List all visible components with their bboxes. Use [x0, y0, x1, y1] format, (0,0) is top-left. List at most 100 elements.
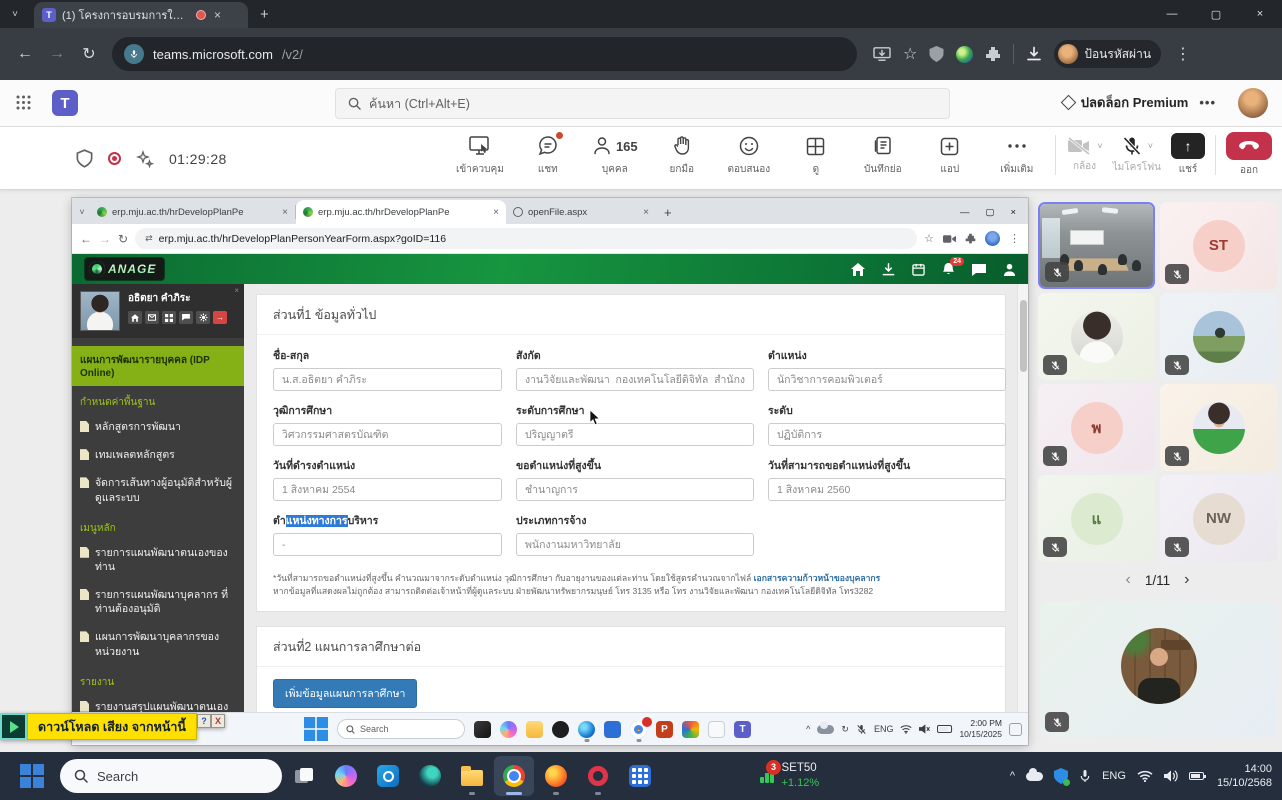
tray-network-icon[interactable] — [900, 724, 912, 734]
reload-button[interactable]: ↻ — [74, 39, 104, 69]
chrome-icon[interactable] — [630, 716, 652, 742]
edge-icon[interactable] — [578, 720, 595, 742]
inner-tab-3[interactable]: openFile.aspx × — [506, 200, 656, 224]
window-maximize-icon[interactable]: ▢ — [1194, 1, 1238, 27]
footnote-link[interactable]: เอกสารความก้าวหน้าของบุคลากร — [754, 573, 881, 583]
downloads-icon[interactable] — [1026, 46, 1042, 62]
higher-position-input[interactable] — [516, 478, 754, 501]
tray-expand-icon[interactable]: ^ — [806, 724, 810, 734]
inner-tab-2-close-icon[interactable]: × — [493, 207, 499, 218]
participant-tile-photo3[interactable] — [1160, 384, 1277, 471]
outlook-icon[interactable] — [368, 756, 408, 796]
settings-gear-icon[interactable] — [196, 311, 210, 324]
sidebar-item-approve-plans[interactable]: รายการแผนพัฒนาบุคลากร ที่ท่านต้องอนุมัติ — [72, 581, 244, 623]
sidebar-item-your-idp-list[interactable]: รายการแผนพัฒนาตนเองของท่าน — [72, 539, 244, 581]
profile-close-icon[interactable]: × — [234, 286, 239, 295]
self-video-tile[interactable] — [1040, 601, 1277, 737]
admin-position-input[interactable] — [273, 533, 502, 556]
messages-icon[interactable] — [972, 263, 986, 276]
participant-tile-photo1[interactable] — [1038, 293, 1155, 380]
back-button[interactable]: ← — [10, 39, 40, 69]
inner-tab-search-icon[interactable]: ˅ — [74, 207, 90, 217]
host-start-button[interactable] — [12, 756, 52, 796]
windows-security-icon[interactable] — [1054, 768, 1071, 786]
participant-tile-st[interactable]: ST — [1160, 202, 1277, 289]
premium-more-icon[interactable]: ••• — [1199, 95, 1216, 110]
sidebar-item-summary-report[interactable]: รายงานสรุปแผนพัฒนาตนเอง — [72, 693, 244, 712]
add-study-plan-button[interactable]: เพิ่มข้อมูลแผนการลาศึกษา — [273, 678, 418, 708]
teal-app-icon[interactable] — [410, 756, 450, 796]
sync-icon[interactable]: ↻ — [841, 724, 849, 735]
raise-hand-button[interactable]: ยกมือ — [659, 134, 705, 177]
apps-mini-icon[interactable] — [162, 311, 176, 324]
scrollbar-thumb[interactable] — [1019, 300, 1027, 372]
sidebar-item-idp-online-active[interactable]: แผนการพัฒนารายบุคคล (IDP Online) — [72, 346, 244, 386]
participant-tile-ae[interactable]: แ — [1038, 475, 1155, 562]
participant-tile-video[interactable] — [1038, 202, 1155, 289]
participant-tile-photo2[interactable] — [1160, 293, 1277, 380]
education-level-input[interactable] — [516, 423, 754, 446]
bookmark-star-icon[interactable]: ☆ — [903, 39, 917, 69]
host-speaker-icon[interactable] — [1163, 770, 1178, 782]
file-explorer-icon[interactable] — [526, 720, 543, 738]
host-file-explorer-icon[interactable] — [452, 756, 492, 796]
level-input[interactable] — [768, 423, 1006, 446]
firefox-icon[interactable] — [536, 756, 576, 796]
task-view-icon[interactable] — [284, 756, 324, 796]
shared-clock[interactable]: 2:00 PM 10/15/2025 — [959, 718, 1002, 740]
dropbox-icon[interactable] — [552, 720, 569, 738]
inner-tab-2-active[interactable]: erp.mju.ac.th/hrDevelopPlanPe × — [296, 200, 506, 224]
home-mini-icon[interactable] — [128, 311, 142, 324]
tray-language[interactable]: ENG — [874, 724, 894, 734]
view-button[interactable]: ดู — [793, 134, 839, 177]
widgets-app-icon[interactable] — [474, 720, 491, 738]
host-copilot-icon[interactable] — [326, 756, 366, 796]
host-onedrive-icon[interactable] — [1026, 767, 1044, 781]
tray-speaker-icon[interactable] — [919, 724, 931, 734]
inner-menu-icon[interactable]: ⋮ — [1009, 232, 1020, 245]
host-language[interactable]: ENG — [1102, 770, 1126, 782]
notifications-bell-icon[interactable]: 24 — [942, 257, 964, 276]
notification-center-icon[interactable] — [1009, 722, 1022, 736]
meeting-security-shield-icon[interactable] — [76, 149, 93, 168]
page-scrollbar[interactable] — [1017, 284, 1028, 712]
inner-new-tab-button[interactable]: + — [664, 205, 672, 220]
window-close-icon[interactable]: × — [1238, 1, 1282, 27]
tab-close-icon[interactable]: × — [214, 8, 221, 22]
site-mic-permission-icon[interactable] — [124, 44, 144, 64]
ai-sparkle-icon[interactable] — [136, 149, 154, 168]
people-button[interactable]: 165 บุคคล — [592, 134, 638, 177]
chat-mini-icon[interactable] — [179, 311, 193, 324]
opera-icon[interactable] — [578, 756, 618, 796]
employment-type-input[interactable] — [516, 533, 754, 556]
stocks-widget[interactable]: 3 SET50 +1.12% — [760, 759, 819, 790]
inner-reload-icon[interactable]: ↻ — [118, 232, 128, 246]
onedrive-icon[interactable] — [817, 720, 835, 734]
app-launcher-waffle-icon[interactable] — [16, 95, 31, 110]
marquee-text[interactable]: ดาวน์โหลด เสียง จากหน้านี้ — [27, 713, 197, 740]
erp-logo[interactable]: ANAGE — [84, 257, 166, 281]
inner-tab-1[interactable]: erp.mju.ac.th/hrDevelopPlanPe × — [90, 200, 295, 224]
leave-button[interactable]: ออก — [1226, 132, 1272, 178]
address-bar[interactable]: teams.microsoft.com/v2/ — [112, 37, 857, 71]
logout-icon[interactable]: → — [213, 311, 227, 324]
participant-tile-pho[interactable]: พ — [1038, 384, 1155, 471]
sidebar-item-dev-course[interactable]: หลักสูตรการพัฒนา — [72, 413, 244, 441]
forward-button[interactable]: → — [42, 39, 72, 69]
chat-button[interactable]: แชท — [525, 132, 571, 177]
download-icon[interactable] — [882, 262, 895, 276]
inner-forward-icon[interactable]: → — [99, 232, 111, 246]
tray-mic-muted-icon[interactable] — [856, 724, 867, 735]
start-button-icon[interactable] — [304, 717, 328, 741]
new-tab-button[interactable]: + — [260, 6, 269, 23]
position-date-input[interactable] — [273, 478, 502, 501]
inner-profile-avatar[interactable] — [985, 231, 1000, 246]
camera-button[interactable]: ˅ กล้อง — [1066, 136, 1103, 174]
share-button[interactable]: ↑ แชร์ — [1171, 133, 1205, 177]
notepad-icon[interactable] — [708, 720, 725, 738]
mic-button[interactable]: ˅ ไมโครโฟน — [1113, 135, 1161, 175]
inner-minimize-icon[interactable]: — — [960, 207, 970, 218]
home-icon[interactable] — [851, 262, 865, 276]
inner-camera-icon[interactable] — [943, 234, 956, 244]
teams-app-icon[interactable]: T — [734, 720, 751, 738]
